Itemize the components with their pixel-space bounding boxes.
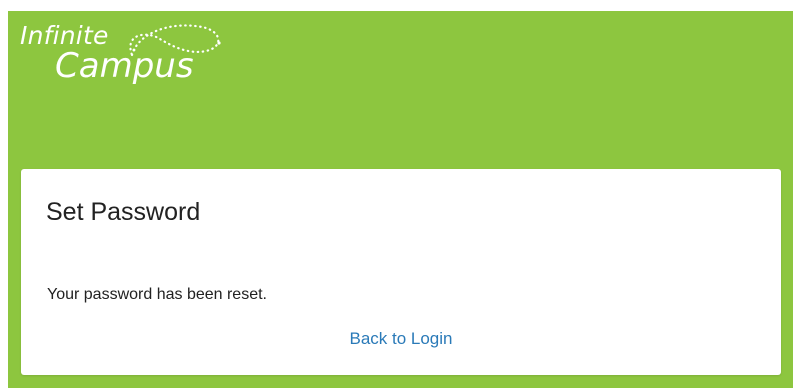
infinite-campus-logo: Infinite Campus xyxy=(20,17,230,107)
card-title: Set Password xyxy=(46,198,201,226)
page-background: Infinite Campus Set Password Your passwo… xyxy=(8,11,793,388)
status-message: Your password has been reset. xyxy=(47,286,267,303)
set-password-card: Set Password Your password has been rese… xyxy=(21,169,781,375)
logo-word-campus: Campus xyxy=(55,46,194,86)
back-to-login-link[interactable]: Back to Login xyxy=(21,329,781,349)
logo-word-infinite: Infinite xyxy=(20,21,109,50)
